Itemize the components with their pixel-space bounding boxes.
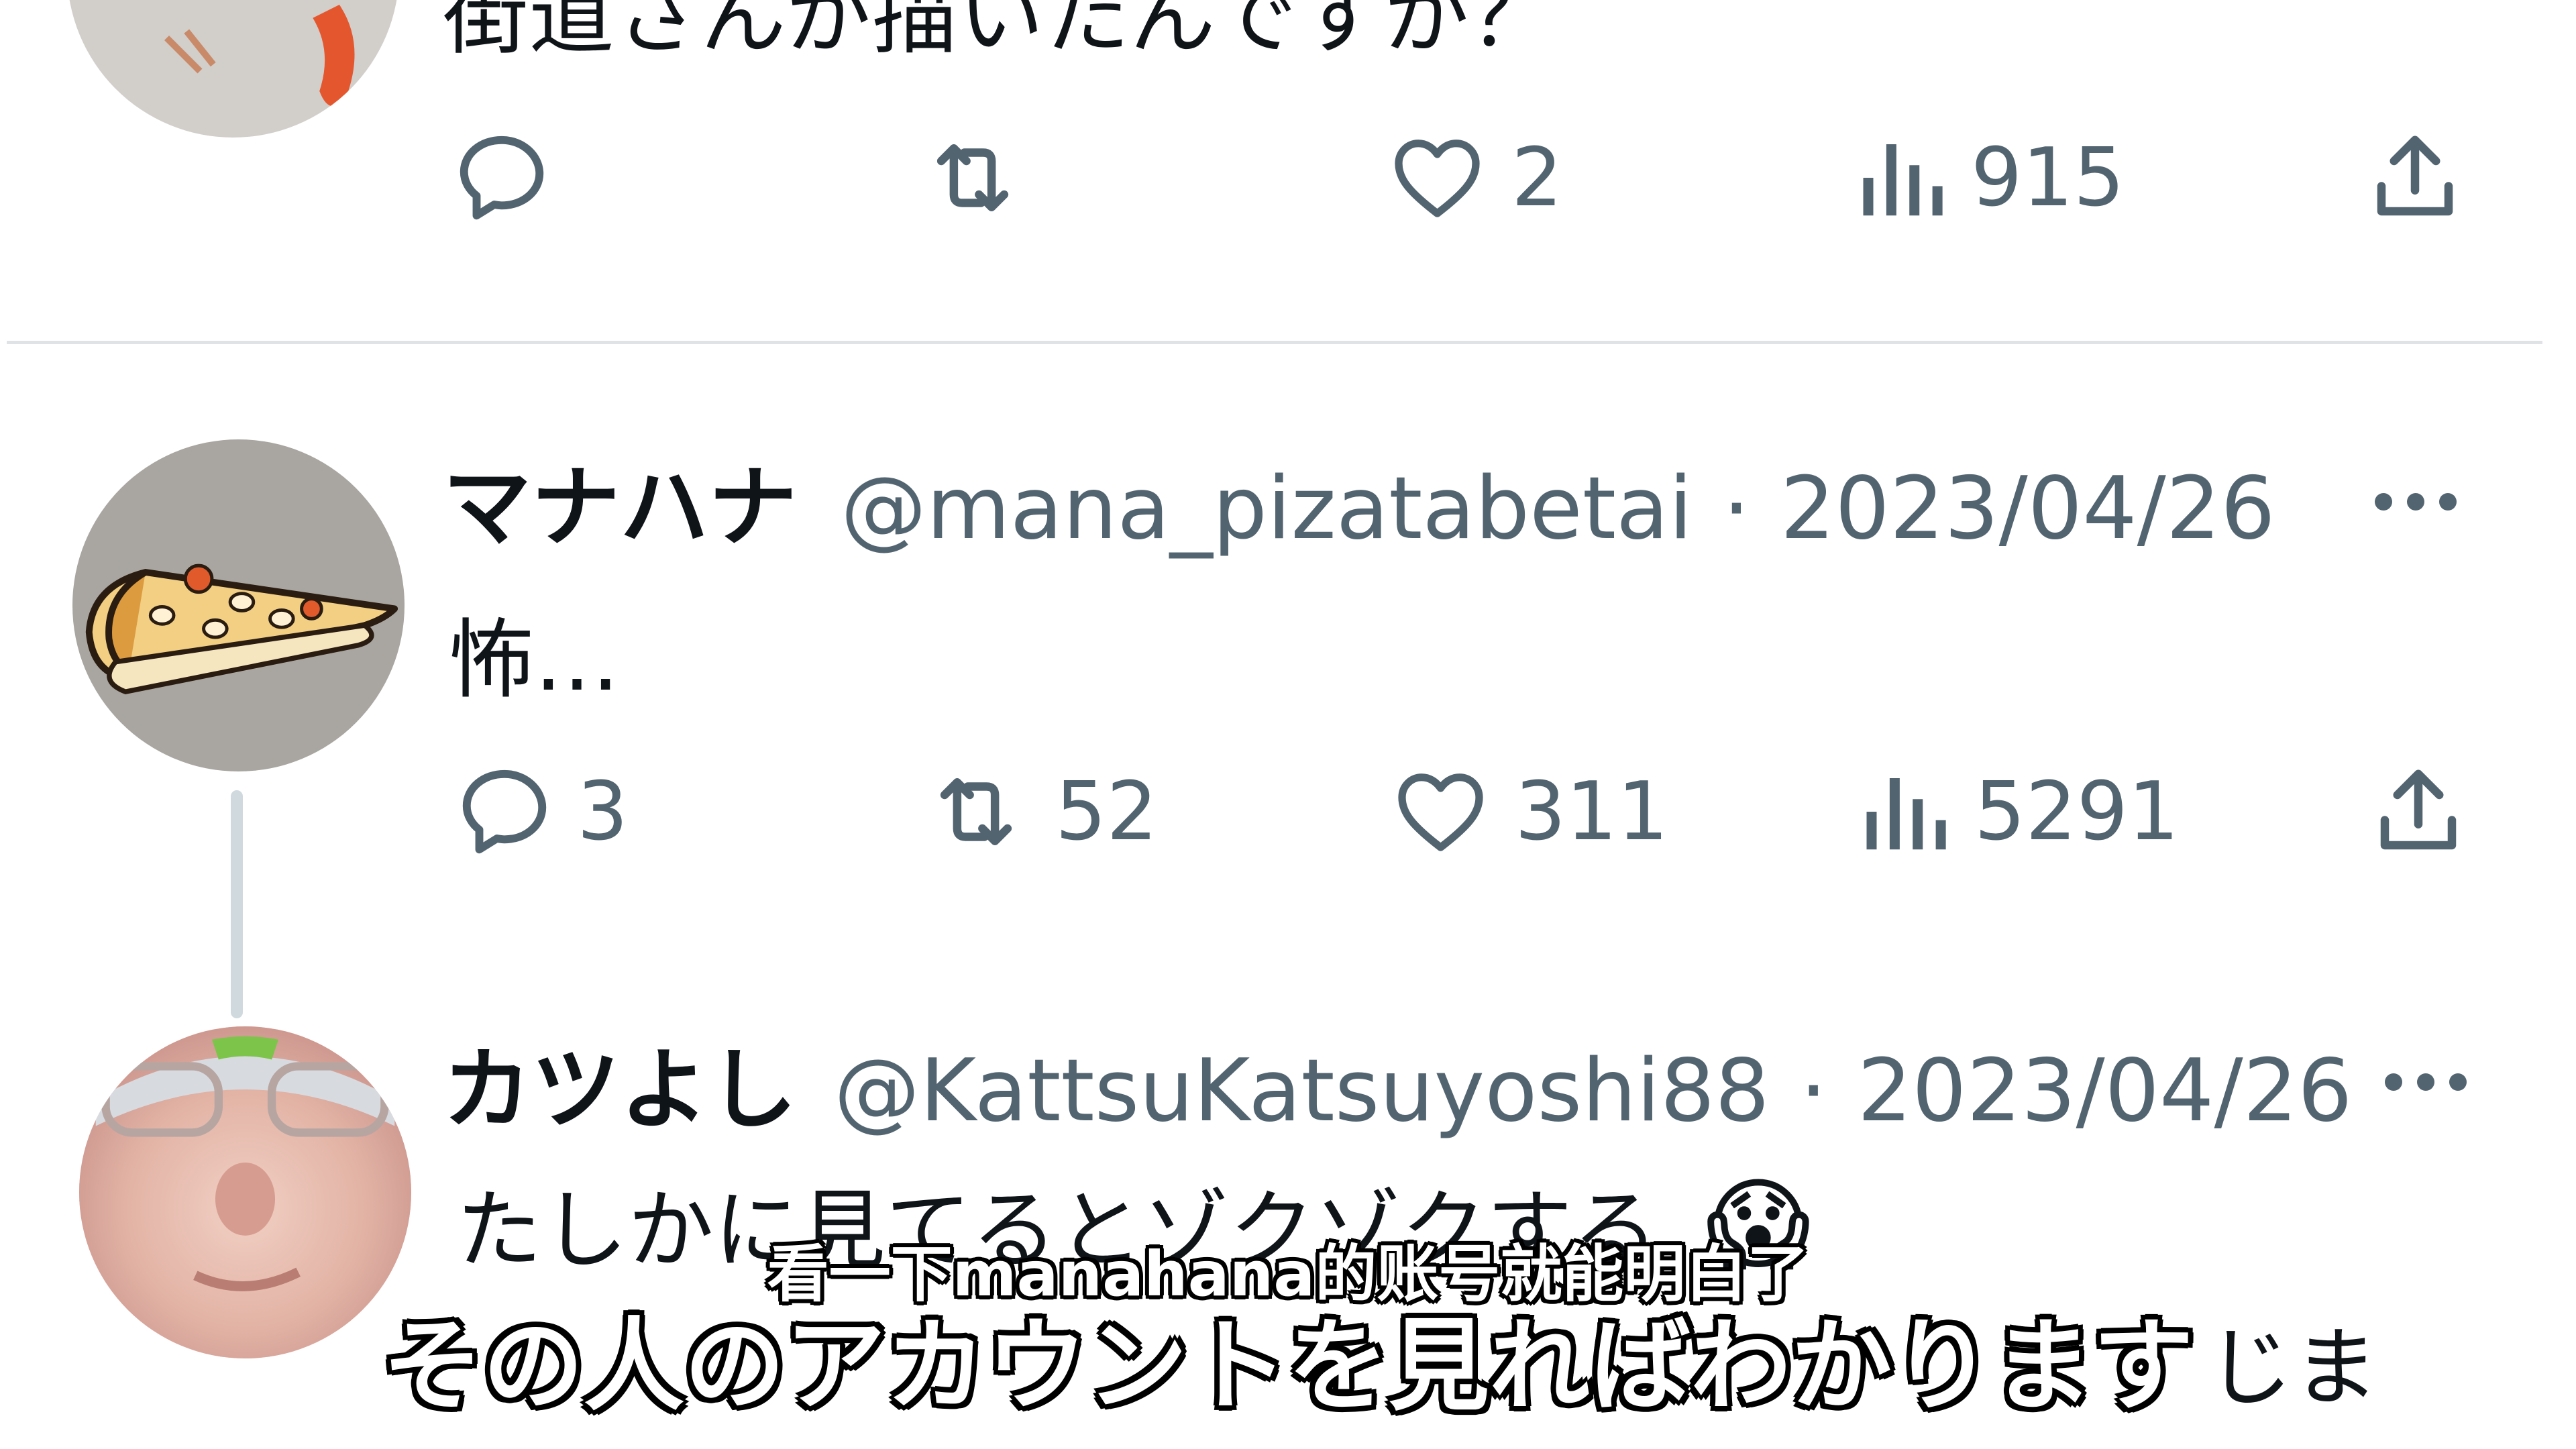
view-count: 915 <box>1971 131 2125 225</box>
avatar-prev[interactable] <box>67 0 399 138</box>
like-button[interactable]: 2 <box>1382 127 1562 228</box>
tweet-text: 怖… <box>448 610 620 710</box>
separator-dot: · <box>1723 459 1750 559</box>
avatar-manahana[interactable] <box>72 439 405 771</box>
retweet-count: 52 <box>1055 765 1158 859</box>
reply-button[interactable] <box>448 127 555 228</box>
like-icon <box>1398 773 1483 851</box>
more-icon <box>2375 493 2392 511</box>
like-icon <box>1395 140 1480 217</box>
retweet-icon <box>936 144 1009 211</box>
prev-tweet-text: 街道さんが描いたんですか？ <box>443 0 1555 66</box>
reply-button[interactable]: 3 <box>451 761 628 862</box>
tweet-divider <box>7 341 2542 344</box>
subtitle-japanese: その人のアカウントを見ればわかります <box>382 1308 2194 1425</box>
reply-icon <box>462 769 547 854</box>
tweet-date[interactable]: 2023/04/26 <box>1780 459 2275 559</box>
tweet-date[interactable]: 2023/04/26 <box>1858 1041 2353 1141</box>
more-button[interactable] <box>2375 493 2457 511</box>
tweet-header: マナハナ @mana_pizatabetai · 2023/04/26 <box>443 436 2275 564</box>
views-button[interactable]: 915 <box>1851 127 2125 228</box>
retweet-icon <box>940 778 1012 845</box>
like-count: 311 <box>1515 765 1669 859</box>
thread-connector <box>231 790 243 1018</box>
share-button[interactable] <box>2365 761 2472 862</box>
views-icon <box>1863 144 1943 216</box>
separator-dot: · <box>1799 1041 1827 1141</box>
display-name[interactable]: カツよし <box>443 1038 797 1142</box>
handle[interactable]: @mana_pizatabetai <box>841 459 1693 559</box>
like-button[interactable]: 311 <box>1385 761 1668 862</box>
views-icon <box>1866 778 1946 850</box>
retweet-button[interactable]: 52 <box>916 761 1158 862</box>
handle[interactable]: @KattsuKatsuyoshi88 <box>834 1041 1770 1141</box>
views-button[interactable]: 5291 <box>1855 761 2179 862</box>
display-name[interactable]: マナハナ <box>443 456 797 559</box>
like-count: 2 <box>1511 131 1563 225</box>
share-icon <box>2380 769 2457 850</box>
tweet-header: カツよし @KattsuKatsuyoshi88 · 2023/04/26 <box>443 1018 2352 1146</box>
share-icon <box>2377 136 2453 216</box>
share-button[interactable] <box>2361 127 2469 228</box>
reply-count: 3 <box>577 765 629 859</box>
retweet-button[interactable] <box>912 127 1033 228</box>
more-icon <box>2385 1073 2402 1091</box>
reply-icon <box>460 136 544 220</box>
view-count: 5291 <box>1974 765 2180 859</box>
more-button[interactable] <box>2385 1073 2467 1091</box>
